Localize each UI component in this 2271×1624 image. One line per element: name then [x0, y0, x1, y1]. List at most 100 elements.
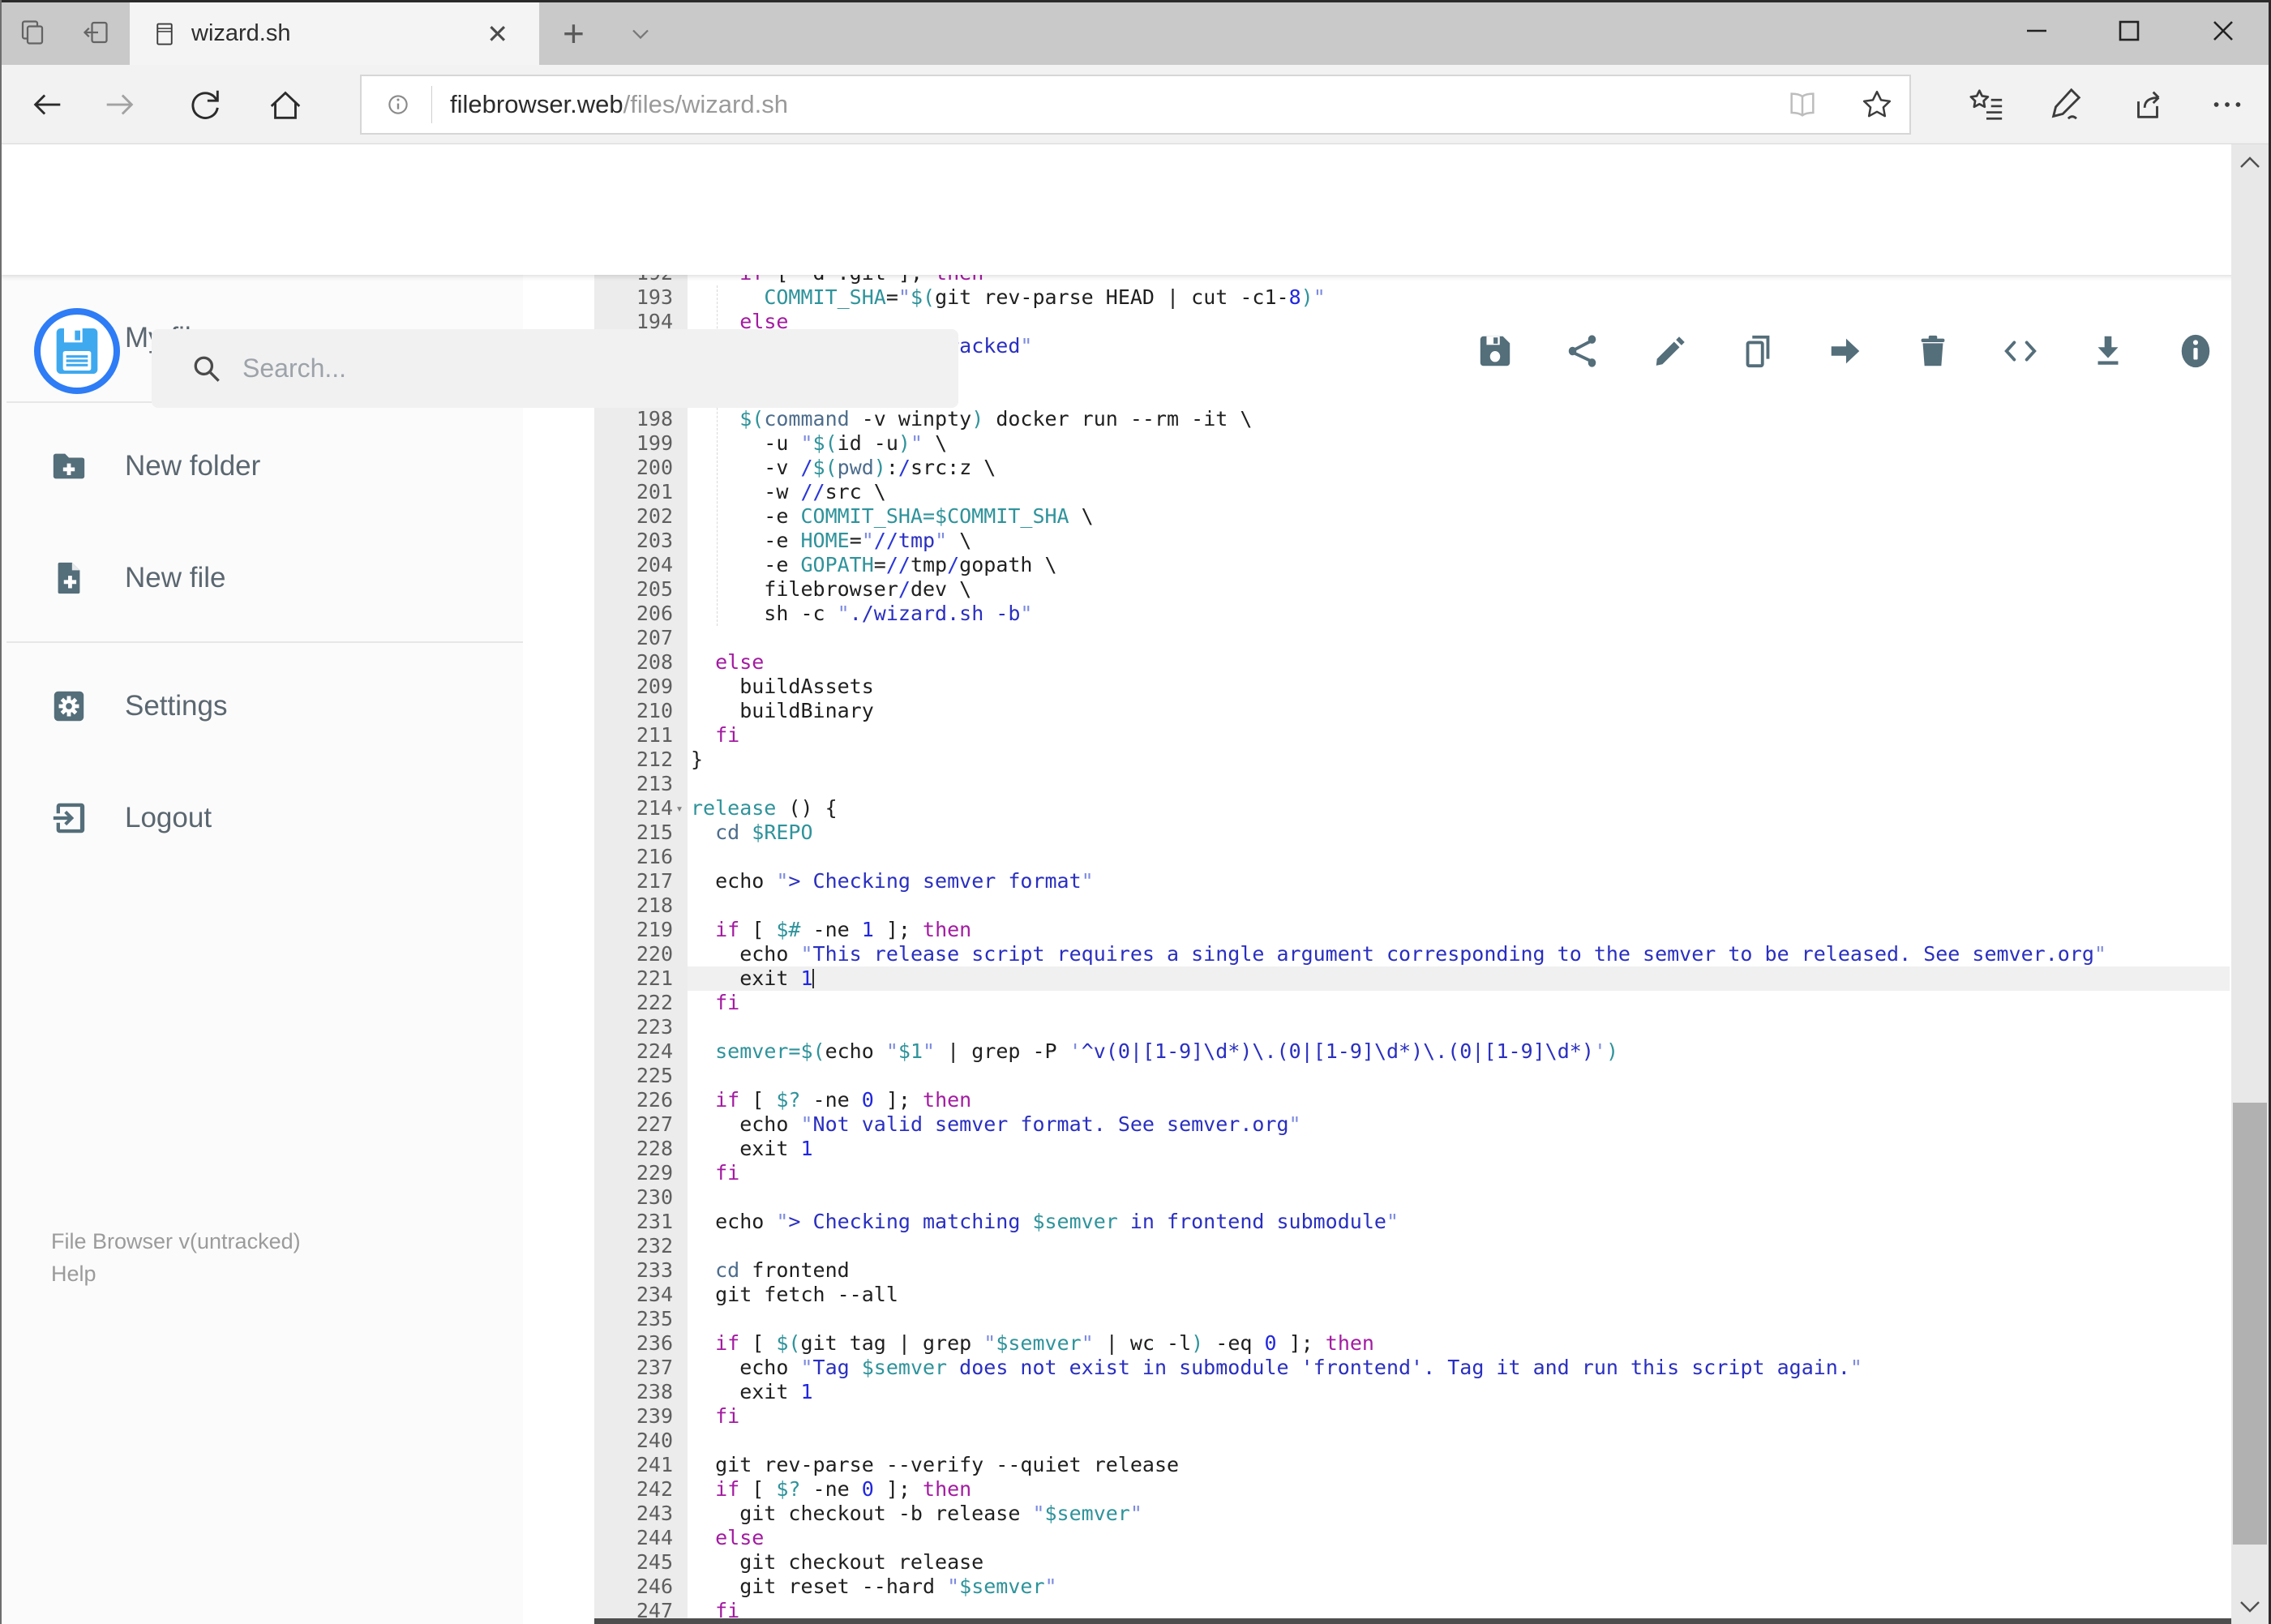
code-line[interactable]: 205 filebrowser/dev \	[523, 577, 2230, 602]
line-number: 243	[594, 1502, 688, 1526]
file-info-icon[interactable]	[2177, 332, 2214, 370]
filebrowser-logo[interactable]	[34, 308, 120, 394]
horizontal-scrollbar[interactable]	[594, 1618, 2271, 1624]
code-line[interactable]: 193 COMMIT_SHA="$(git rev-parse HEAD | c…	[523, 285, 2230, 310]
forward-button	[101, 86, 139, 123]
code-line[interactable]: 242 if [ $? -ne 0 ]; then	[523, 1477, 2230, 1502]
code-line[interactable]: 204 -e GOPATH=//tmp/gopath \	[523, 553, 2230, 577]
code-line[interactable]: 216	[523, 845, 2230, 869]
code-line[interactable]: 235	[523, 1307, 2230, 1331]
scroll-down-icon[interactable]	[2235, 1594, 2265, 1618]
line-number: 222	[594, 991, 688, 1015]
sidebar-item-settings[interactable]: Settings	[0, 658, 523, 755]
code-line[interactable]: 222 fi	[523, 991, 2230, 1015]
more-options-button[interactable]	[2209, 86, 2246, 123]
code-line[interactable]: 234 git fetch --all	[523, 1283, 2230, 1307]
code-line[interactable]: 230	[523, 1185, 2230, 1210]
file-copy-icon[interactable]	[1739, 332, 1776, 370]
file-delete-icon[interactable]	[1914, 332, 1952, 370]
code-line[interactable]: 215 cd $REPO	[523, 821, 2230, 845]
code-line[interactable]: 199 -u "$(id -u)" \	[523, 431, 2230, 456]
vertical-scrollbar-thumb[interactable]	[2233, 1103, 2267, 1545]
line-number: 240	[594, 1429, 688, 1453]
code-line[interactable]: 202 -e COMMIT_SHA=$COMMIT_SHA \	[523, 504, 2230, 529]
minimize-button[interactable]	[2017, 11, 2056, 50]
code-line[interactable]: 225	[523, 1064, 2230, 1088]
code-line[interactable]: 238 exit 1	[523, 1380, 2230, 1404]
search-box[interactable]	[152, 329, 958, 408]
new-folder-icon	[50, 448, 88, 485]
file-download-icon[interactable]	[2089, 332, 2127, 370]
code-line[interactable]: 219 if [ $# -ne 1 ]; then	[523, 918, 2230, 942]
address-bar[interactable]: filebrowser.web/files/wizard.sh	[360, 75, 1911, 135]
code-line[interactable]: 213	[523, 772, 2230, 796]
search-input[interactable]	[241, 353, 958, 384]
close-tab-icon[interactable]: ✕	[486, 19, 508, 49]
refresh-button[interactable]	[186, 86, 224, 123]
url-text[interactable]: filebrowser.web/files/wizard.sh	[450, 90, 788, 119]
code-line[interactable]: 232	[523, 1234, 2230, 1258]
tabs-aside-icon[interactable]	[81, 18, 110, 47]
code-line[interactable]: 231 echo "> Checking matching $semver in…	[523, 1210, 2230, 1234]
code-line[interactable]: 208 else	[523, 650, 2230, 675]
new-tab-button[interactable]: +	[563, 11, 585, 55]
file-share-icon[interactable]	[1564, 332, 1601, 370]
help-link[interactable]: Help	[51, 1258, 301, 1290]
code-line[interactable]: 212}	[523, 748, 2230, 772]
code-line[interactable]: 217 echo "> Checking semver format"	[523, 869, 2230, 893]
code-line[interactable]: 246 git reset --hard "$semver"	[523, 1575, 2230, 1599]
code-line[interactable]: 210 buildBinary	[523, 699, 2230, 723]
scroll-up-icon[interactable]	[2235, 151, 2265, 175]
code-line[interactable]: 244 else	[523, 1526, 2230, 1550]
code-line[interactable]: 224 semver=$(echo "$1" | grep -P '^v(0|[…	[523, 1039, 2230, 1064]
code-line[interactable]: 206 sh -c "./wizard.sh -b"	[523, 602, 2230, 626]
line-number: 208	[594, 650, 688, 675]
code-line[interactable]: 192 if [ -d .git ]; then	[523, 275, 2230, 285]
file-save-icon[interactable]	[1476, 332, 1514, 370]
tabs-preview-icon[interactable]	[18, 18, 47, 47]
code-line[interactable]: 240	[523, 1429, 2230, 1453]
share-button[interactable]	[2129, 86, 2166, 123]
sidebar-item-new-file[interactable]: New file	[0, 529, 523, 627]
code-line[interactable]: 236 if [ $(git tag | grep "$semver" | wc…	[523, 1331, 2230, 1356]
window-close-button[interactable]	[2204, 11, 2243, 50]
annotate-button[interactable]	[2047, 86, 2085, 123]
code-line[interactable]: 207	[523, 626, 2230, 650]
code-line[interactable]: 228 exit 1	[523, 1137, 2230, 1161]
code-line[interactable]: 220 echo "This release script requires a…	[523, 942, 2230, 966]
site-info-icon[interactable]	[384, 91, 412, 118]
code-line[interactable]: 229 fi	[523, 1161, 2230, 1185]
file-edit-icon[interactable]	[1652, 332, 1689, 370]
sidebar-item-logout[interactable]: Logout	[0, 769, 523, 867]
browser-tab[interactable]: wizard.sh ✕	[130, 2, 539, 65]
code-line[interactable]: 245 git checkout release	[523, 1550, 2230, 1575]
code-line[interactable]: 221 exit 1	[523, 966, 2230, 991]
file-code-icon[interactable]	[2002, 332, 2039, 370]
code-line[interactable]: 237 echo "Tag $semver does not exist in …	[523, 1356, 2230, 1380]
chevron-down-icon[interactable]	[626, 19, 655, 49]
code-line[interactable]: 211 fi	[523, 723, 2230, 748]
code-line[interactable]: 198 $(command -v winpty) docker run --rm…	[523, 407, 2230, 431]
code-line[interactable]: 218	[523, 893, 2230, 918]
code-editor[interactable]: 192 if [ -d .git ]; then193 COMMIT_SHA="…	[523, 275, 2230, 1624]
code-line[interactable]: 203 -e HOME="//tmp" \	[523, 529, 2230, 553]
code-line[interactable]: 226 if [ $? -ne 0 ]; then	[523, 1088, 2230, 1112]
code-line[interactable]: 209 buildAssets	[523, 675, 2230, 699]
back-button[interactable]	[28, 86, 66, 123]
home-button[interactable]	[267, 86, 304, 123]
code-line[interactable]: 223	[523, 1015, 2230, 1039]
file-move-icon[interactable]	[1827, 332, 1864, 370]
code-line[interactable]: 241 git rev-parse --verify --quiet relea…	[523, 1453, 2230, 1477]
code-line[interactable]: 227 echo "Not valid semver format. See s…	[523, 1112, 2230, 1137]
add-favorite-icon[interactable]	[1861, 88, 1893, 121]
maximize-button[interactable]	[2110, 11, 2149, 50]
code-line[interactable]: 233 cd frontend	[523, 1258, 2230, 1283]
code-line[interactable]: 201 -w //src \	[523, 480, 2230, 504]
code-line[interactable]: 243 git checkout -b release "$semver"	[523, 1502, 2230, 1526]
favorites-hub-button[interactable]	[1968, 86, 2005, 123]
code-line[interactable]: 200 -v /$(pwd):/src:z \	[523, 456, 2230, 480]
code-line[interactable]: 239 fi	[523, 1404, 2230, 1429]
fold-marker-icon[interactable]: ▾	[673, 796, 686, 821]
code-line[interactable]: 214 ▾ release () {	[523, 796, 2230, 821]
sidebar-item-new-folder[interactable]: New folder	[0, 418, 523, 515]
